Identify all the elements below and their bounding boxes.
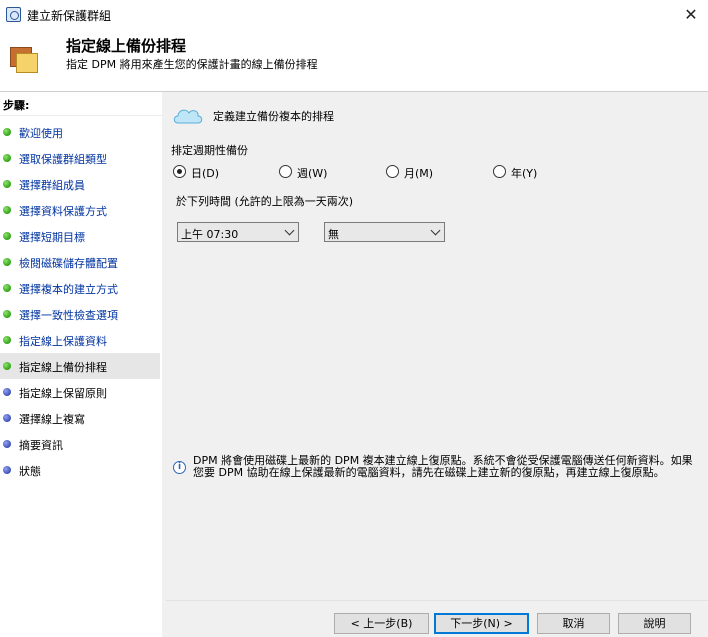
info-icon: i [173, 461, 186, 474]
app-icon [6, 7, 21, 22]
folders-icon [10, 47, 38, 73]
step-pending-icon [3, 440, 11, 448]
chevron-down-icon [430, 225, 441, 236]
radio-button[interactable] [386, 165, 399, 178]
window-title: 建立新保護群組 [27, 9, 112, 23]
next-button[interactable]: 下一步(N) > [434, 613, 529, 634]
info-message: DPM 將會使用磁碟上最新的 DPM 複本建立線上復原點。系統不會從受保護電腦傳… [193, 454, 693, 479]
step-welcome[interactable]: 歡迎使用 [0, 119, 160, 145]
step-complete-icon [3, 232, 11, 240]
step-online-protection-data[interactable]: 指定線上保護資料 [0, 327, 160, 353]
content-pane: 定義建立備份複本的排程 排定週期性備份 日(D) 週(W) 月(M) 年(Y) … [166, 92, 708, 600]
step-complete-icon [3, 258, 11, 266]
page-subtitle: 指定 DPM 將用來產生您的保護計畫的線上備份排程 [66, 58, 318, 71]
step-protection-method[interactable]: 選擇資料保護方式 [0, 197, 160, 223]
time-select-2[interactable]: 無 [324, 222, 445, 242]
step-label: 選擇線上複寫 [19, 413, 85, 426]
time-select-1[interactable]: 上午 07:30 [177, 222, 299, 242]
time-label: 於下列時間 (允許的上限為一天兩次) [176, 195, 354, 208]
step-label: 選擇資料保護方式 [19, 205, 107, 218]
radio-label: 日(D) [191, 167, 220, 180]
cloud-icon [173, 109, 203, 124]
chevron-down-icon [284, 225, 295, 236]
step-label: 狀態 [19, 465, 41, 478]
step-label: 指定線上備份排程 [19, 361, 107, 374]
step-replica-creation[interactable]: 選擇複本的建立方式 [0, 275, 160, 301]
step-pending-icon [3, 414, 11, 422]
step-status: 狀態 [0, 457, 160, 483]
step-label: 指定線上保護資料 [19, 335, 107, 348]
step-label: 選擇短期目標 [19, 231, 85, 244]
step-label: 選取保護群組類型 [19, 153, 107, 166]
step-label: 檢閱磁碟儲存體配置 [19, 257, 118, 270]
steps-title: 步驟: [3, 99, 30, 112]
radio-button[interactable] [493, 165, 506, 178]
step-consistency-check[interactable]: 選擇一致性檢查選項 [0, 301, 160, 327]
step-short-term-goals[interactable]: 選擇短期目標 [0, 223, 160, 249]
step-current-icon [3, 362, 11, 370]
step-online-retention: 指定線上保留原則 [0, 379, 160, 405]
select-value: 無 [328, 228, 339, 241]
radio-label: 年(Y) [511, 167, 538, 180]
select-value: 上午 07:30 [181, 228, 239, 241]
wizard-window: 建立新保護群組 ✕ 指定線上備份排程 指定 DPM 將用來產生您的保護計畫的線上… [0, 0, 708, 637]
step-summary: 摘要資訊 [0, 431, 160, 457]
step-complete-icon [3, 154, 11, 162]
step-label: 選擇一致性檢查選項 [19, 309, 118, 322]
step-online-backup-schedule[interactable]: 指定線上備份排程 [0, 353, 160, 379]
help-button[interactable]: 說明 [618, 613, 691, 634]
step-complete-icon [3, 284, 11, 292]
title-bar: 建立新保護群組 ✕ [0, 0, 708, 29]
step-label: 指定線上保留原則 [19, 387, 107, 400]
step-pending-icon [3, 388, 11, 396]
section-title: 定義建立備份複本的排程 [213, 110, 334, 123]
step-complete-icon [3, 206, 11, 214]
footer-bar: < 上一步(B) 下一步(N) > 取消 說明 [166, 601, 708, 637]
wizard-header: 指定線上備份排程 指定 DPM 將用來產生您的保護計畫的線上備份排程 [0, 29, 708, 91]
radio-button[interactable] [279, 165, 292, 178]
step-label: 選擇群組成員 [19, 179, 85, 192]
step-complete-icon [3, 128, 11, 136]
step-label: 選擇複本的建立方式 [19, 283, 118, 296]
step-complete-icon [3, 180, 11, 188]
step-label: 歡迎使用 [19, 127, 63, 140]
radio-label: 月(M) [404, 167, 434, 180]
step-complete-icon [3, 336, 11, 344]
step-disk-allocation[interactable]: 檢閱磁碟儲存體配置 [0, 249, 160, 275]
period-label: 排定週期性備份 [171, 144, 248, 157]
step-complete-icon [3, 310, 11, 318]
step-label: 摘要資訊 [19, 439, 63, 452]
step-online-replication: 選擇線上複寫 [0, 405, 160, 431]
cancel-button[interactable]: 取消 [537, 613, 610, 634]
step-group-members[interactable]: 選擇群組成員 [0, 171, 160, 197]
close-icon[interactable]: ✕ [680, 4, 702, 26]
page-title: 指定線上備份排程 [66, 37, 187, 55]
step-group-type[interactable]: 選取保護群組類型 [0, 145, 160, 171]
radio-button[interactable] [173, 165, 186, 178]
steps-divider [0, 115, 162, 116]
steps-pane: 步驟: 歡迎使用 選取保護群組類型 選擇群組成員 選擇資料保護方式 選擇短期目標… [0, 92, 162, 637]
step-pending-icon [3, 466, 11, 474]
radio-label: 週(W) [297, 167, 328, 180]
back-button[interactable]: < 上一步(B) [334, 613, 429, 634]
